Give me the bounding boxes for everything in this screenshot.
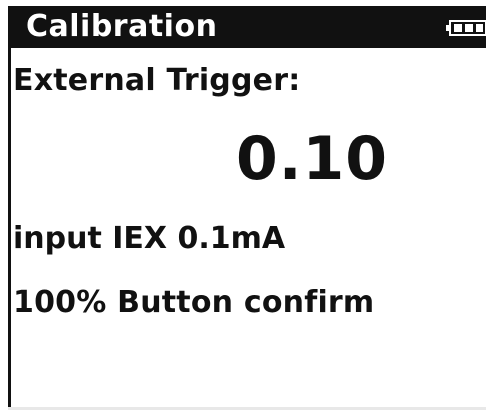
screen-title: Calibration <box>26 9 218 44</box>
calibration-value: 0.10 <box>236 124 389 194</box>
input-instruction: input IEX 0.1mA <box>13 221 286 256</box>
external-trigger-label: External Trigger: <box>13 63 301 98</box>
device-screen: Calibration External Trigger: 0.10 input… <box>0 0 488 410</box>
confirm-instruction: 100% Button confirm <box>13 285 375 320</box>
battery-icon <box>446 20 487 36</box>
display-left-border <box>8 48 11 408</box>
title-bar: Calibration <box>8 6 487 48</box>
